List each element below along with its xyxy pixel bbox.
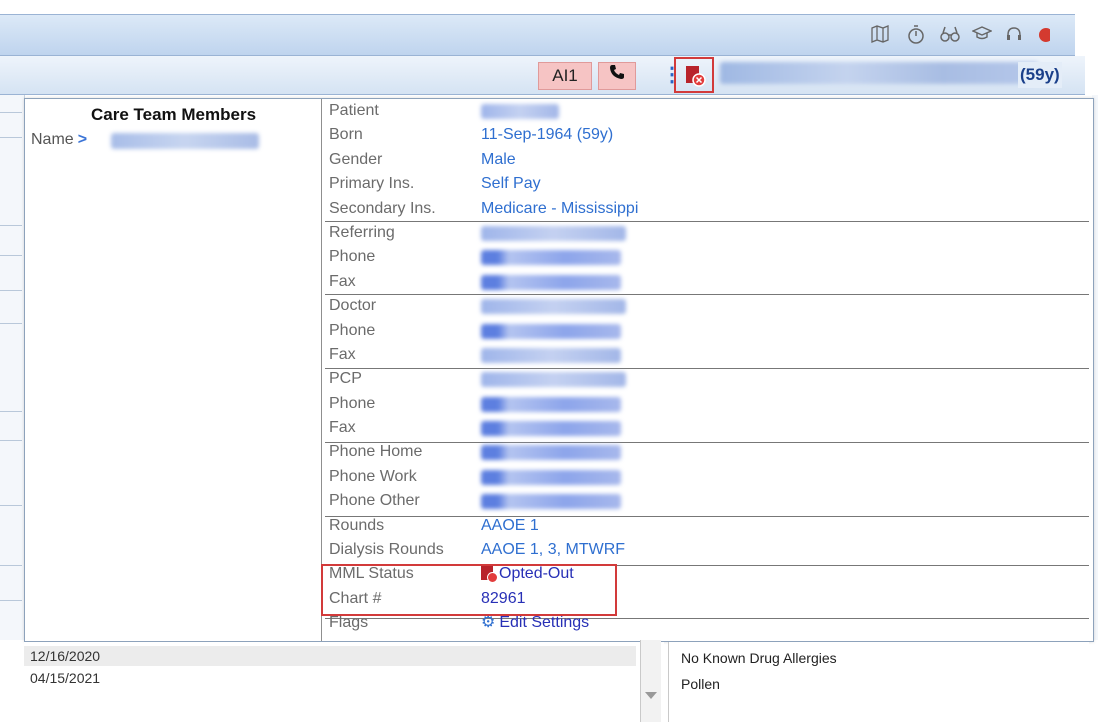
referring-label: Referring	[329, 223, 395, 241]
patient-details: Patient Born 11-Sep-1964 (59y) Gender Male…	[325, 99, 1089, 636]
phone-button[interactable]	[598, 62, 636, 90]
phone-icon	[609, 65, 625, 84]
primary-ins-value[interactable]: Self Pay	[481, 174, 541, 194]
referring-fax-label: Fax	[329, 272, 356, 290]
patient-header-age: (59y)	[1018, 62, 1062, 88]
pcp-phone-label: Phone	[329, 394, 376, 412]
pcp-fax-label: Fax	[329, 419, 356, 437]
referring-fax-redacted[interactable]	[481, 274, 621, 290]
doctor-value-redacted	[481, 299, 626, 315]
left-background-strip	[0, 95, 25, 640]
doctor-phone-label: Phone	[329, 321, 376, 339]
rounds-value[interactable]: AAOE 1	[481, 516, 539, 536]
edit-settings-link[interactable]: ⚙ Edit Settings	[481, 613, 589, 633]
date-row-1: 12/16/2020	[30, 648, 101, 664]
power-icon[interactable]	[1036, 25, 1053, 45]
born-value: 11-Sep-1964 (59y)	[481, 126, 614, 144]
headset-icon[interactable]	[1004, 25, 1024, 45]
top-toolbar	[0, 14, 1075, 56]
binoculars-icon[interactable]	[940, 25, 960, 45]
primary-ins-label: Primary Ins.	[329, 175, 415, 193]
pcp-phone-redacted[interactable]	[481, 396, 621, 412]
patient-name-redacted	[481, 104, 559, 119]
referring-value-redacted	[481, 225, 626, 241]
ai-button[interactable]: AI1	[538, 62, 592, 90]
gear-icon: ⚙	[481, 614, 496, 632]
care-team-name-redacted	[111, 133, 259, 149]
care-team-name-label: Name	[31, 131, 74, 148]
chevron-right-icon: >	[77, 131, 88, 148]
doctor-label: Doctor	[329, 297, 377, 315]
referring-phone-redacted[interactable]	[481, 250, 621, 266]
map-icon[interactable]	[870, 25, 890, 45]
phone-work-label: Phone Work	[329, 467, 417, 485]
phone-other-redacted[interactable]	[481, 494, 621, 510]
patient-label: Patient	[329, 102, 379, 119]
edit-settings-text: Edit Settings	[499, 614, 590, 632]
allergies-panel: No Known Drug Allergies Pollen	[668, 642, 1089, 722]
secondary-ins-value[interactable]: Medicare - Mississippi	[481, 199, 638, 219]
patient-header-name-redacted	[720, 62, 1038, 84]
care-team-title: Care Team Members	[91, 105, 257, 124]
dialysis-rounds-value[interactable]: AAOE 1, 3, MTWRF	[481, 540, 625, 560]
pcp-value-redacted	[481, 372, 626, 388]
mml-status-highlight	[321, 564, 617, 616]
phone-other-label: Phone Other	[329, 492, 420, 510]
scroll-down-icon[interactable]	[645, 692, 657, 699]
patient-info-popup: Care Team Members Name > Patient Born 11-S…	[24, 98, 1094, 642]
phone-home-label: Phone Home	[329, 443, 423, 461]
rounds-label: Rounds	[329, 516, 385, 534]
dialysis-rounds-label: Dialysis Rounds	[329, 541, 444, 559]
referring-phone-label: Phone	[329, 248, 376, 266]
allergy-item-1: No Known Drug Allergies	[681, 650, 837, 666]
care-team-name-row[interactable]: Name >	[31, 131, 87, 149]
doctor-fax-label: Fax	[329, 345, 356, 363]
doctor-phone-redacted[interactable]	[481, 323, 621, 339]
doctor-fax-redacted	[481, 347, 621, 363]
phone-work-redacted[interactable]	[481, 469, 621, 485]
opted-out-document-icon[interactable]	[684, 65, 706, 92]
date-row-2: 04/15/2021	[30, 670, 101, 686]
gender-value: Male	[481, 150, 516, 168]
gender-label: Gender	[329, 150, 383, 168]
born-label: Born	[329, 126, 363, 144]
allergy-item-2: Pollen	[681, 676, 720, 692]
graduation-cap-icon[interactable]	[971, 25, 993, 45]
pcp-label: PCP	[329, 370, 362, 388]
scrollbar[interactable]	[640, 640, 661, 722]
secondary-ins-label: Secondary Ins.	[329, 199, 436, 217]
phone-home-redacted[interactable]	[481, 445, 621, 461]
pcp-fax-redacted[interactable]	[481, 421, 621, 437]
care-team-panel: Care Team Members Name >	[25, 99, 322, 641]
flags-label: Flags	[329, 614, 369, 632]
timer-icon[interactable]	[906, 25, 926, 45]
background-dates-panel: 12/16/2020 04/15/2021	[24, 642, 664, 722]
date-row-bg	[24, 646, 636, 666]
